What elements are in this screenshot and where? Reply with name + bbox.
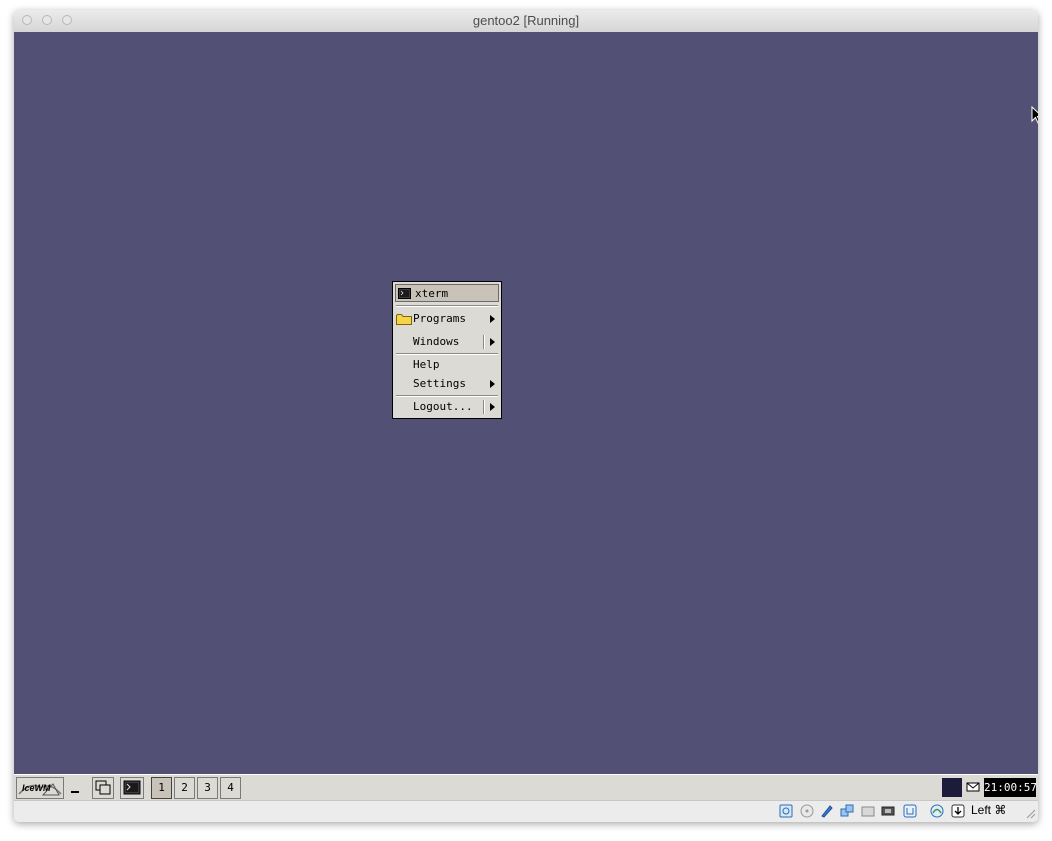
start-menu-button[interactable]: IceWM: [16, 777, 64, 799]
usb-icon[interactable]: [820, 804, 834, 818]
mouse-cursor-icon: [1031, 106, 1038, 124]
resize-grip-icon[interactable]: [1026, 809, 1036, 819]
submenu-arrow-icon: [490, 403, 495, 411]
desktop[interactable]: xterm Programs Windows Help Settings Log…: [14, 32, 1038, 774]
title-bar[interactable]: gentoo2 [Running]: [14, 10, 1038, 33]
menu-item-xterm[interactable]: xterm: [395, 284, 499, 302]
workspace-1-button[interactable]: 1: [151, 777, 172, 799]
terminal-icon: [398, 288, 411, 299]
submenu-arrow-icon: [490, 338, 495, 346]
menu-item-windows[interactable]: Windows: [395, 333, 499, 351]
submenu-arrow-icon: [490, 315, 495, 323]
minimize-icon: [71, 791, 79, 793]
window-list-icon: [95, 780, 111, 795]
cpu-virtualization-icon[interactable]: [930, 804, 944, 818]
menu-item-label: Programs: [413, 312, 466, 325]
menu-item-label: Windows: [413, 335, 460, 348]
xterm-launcher-button[interactable]: [120, 777, 144, 799]
vm-window: gentoo2 [Running] xterm Programs Windows…: [14, 10, 1038, 822]
hard-disk-icon[interactable]: [779, 804, 793, 818]
host-key-label: Left ⌘: [971, 803, 1007, 817]
menu-item-programs[interactable]: Programs: [395, 310, 499, 328]
workspace-3-button[interactable]: 3: [197, 777, 218, 799]
folder-icon: [396, 314, 412, 325]
menu-item-settings[interactable]: Settings: [395, 375, 499, 393]
window-list-button[interactable]: [92, 777, 114, 799]
menu-separator: [396, 353, 498, 355]
menu-item-logout[interactable]: Logout...: [395, 398, 499, 416]
menu-item-label: Help: [413, 358, 440, 371]
display-icon[interactable]: [881, 804, 895, 818]
workspace-4-button[interactable]: 4: [220, 777, 241, 799]
network-icon[interactable]: [840, 804, 854, 818]
start-label: IceWM: [22, 783, 51, 793]
menu-item-label: Settings: [413, 377, 466, 390]
cpu-monitor[interactable]: [942, 778, 962, 797]
menu-separator: [396, 395, 498, 397]
menu-item-divider: [483, 400, 485, 414]
video-capture-icon[interactable]: [903, 804, 917, 818]
minimize-all-button[interactable]: [66, 777, 86, 799]
shared-folder-icon[interactable]: [861, 804, 875, 818]
root-menu: xterm Programs Windows Help Settings Log…: [392, 281, 502, 419]
icewm-logo-icon: IceWM: [18, 783, 62, 796]
optical-drive-icon[interactable]: [800, 804, 814, 818]
clock[interactable]: 21:00:57: [984, 778, 1037, 797]
menu-item-label: Logout...: [413, 400, 473, 413]
submenu-arrow-icon: [490, 380, 495, 388]
menu-separator: [396, 305, 498, 307]
mouse-integration-icon[interactable]: [951, 804, 965, 818]
window-title: gentoo2 [Running]: [472, 13, 580, 28]
menu-item-label: xterm: [415, 287, 449, 300]
vm-status-bar: Left ⌘: [14, 800, 1038, 822]
mail-icon[interactable]: [966, 780, 980, 794]
terminal-icon: [123, 780, 141, 795]
workspace-2-button[interactable]: 2: [174, 777, 195, 799]
menu-item-help[interactable]: Help: [395, 356, 499, 374]
icewm-taskbar: IceWM 1 2 3 4 21:00:57: [14, 774, 1038, 800]
menu-item-divider: [483, 335, 485, 349]
